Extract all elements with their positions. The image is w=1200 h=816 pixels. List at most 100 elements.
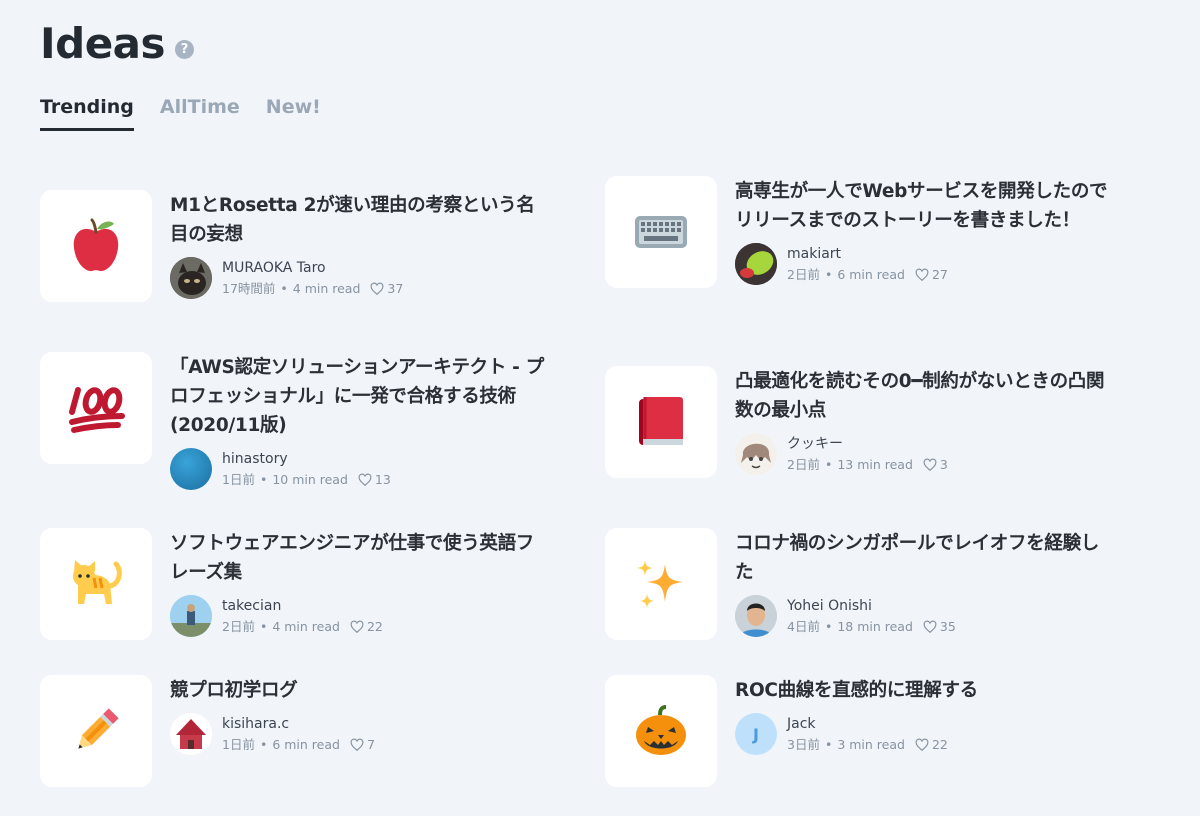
article-title[interactable]: 競プロ初学ログ <box>170 676 550 705</box>
shoe-photo-avatar <box>735 243 777 285</box>
book-icon <box>639 397 683 445</box>
article-icon-box[interactable] <box>40 528 152 640</box>
posted-time: 4日前 <box>787 618 820 634</box>
article-meta: kisihara.c 1日前 • 6 min read 7 <box>170 713 550 755</box>
meta-text: クッキー 2日前 • 13 min read 3 <box>787 435 948 474</box>
article-meta: takecian 2日前 • 4 min read 22 <box>170 595 550 637</box>
article-meta: MURAOKA Taro 17時間前 • 4 min read 37 <box>170 257 550 299</box>
page-header: Ideas ? <box>40 18 195 70</box>
avatar[interactable] <box>170 257 212 299</box>
article-title[interactable]: ソフトウェアエンジニアが仕事で使う英語フレーズ集 <box>170 529 550 587</box>
read-time: 4 min read <box>292 280 361 296</box>
read-time: 3 min read <box>837 736 905 752</box>
heart-icon <box>923 620 937 633</box>
title-row: Ideas ? <box>40 18 195 70</box>
heart-icon <box>350 738 364 751</box>
author-name[interactable]: Jack <box>787 715 948 734</box>
article-title[interactable]: 「AWS認定ソリューションアーキテクト - プロフェッショナル」に一発で合格する… <box>170 353 550 440</box>
article-stats: 17時間前 • 4 min read 37 <box>222 280 403 298</box>
like-count: 35 <box>923 618 956 636</box>
article-stats: 1日前 • 10 min read 13 <box>222 471 391 489</box>
article-title[interactable]: コロナ禍のシンガポールでレイオフを経験した <box>735 529 1115 587</box>
separator-dot: • <box>259 471 268 487</box>
article-icon-box[interactable] <box>605 675 717 787</box>
article-icon-box[interactable] <box>605 366 717 478</box>
author-name[interactable]: makiart <box>787 245 948 264</box>
cat-icon <box>73 560 122 604</box>
article-stats: 3日前 • 3 min read 22 <box>787 736 948 754</box>
author-name[interactable]: Yohei Onishi <box>787 597 956 616</box>
article-icon-box[interactable] <box>605 176 717 288</box>
tab-trending[interactable]: Trending <box>40 96 134 131</box>
article-content: ソフトウェアエンジニアが仕事で使う英語フレーズ集 takecian 2日前 • … <box>170 528 550 640</box>
avatar[interactable] <box>170 595 212 637</box>
tab-bar: Trending AllTime New! <box>40 96 321 131</box>
article-card[interactable]: 「AWS認定ソリューションアーキテクト - プロフェッショナル」に一発で合格する… <box>40 352 560 490</box>
article-card[interactable]: 高専生が一人でWebサービスを開発したのでリリースまでのストーリーを書きました！… <box>605 176 1125 288</box>
posted-time: 2日前 <box>787 266 820 282</box>
author-name[interactable]: hinastory <box>222 450 391 469</box>
read-time: 6 min read <box>837 266 905 282</box>
person-photo-avatar <box>735 595 777 637</box>
cat-photo-avatar <box>170 257 212 299</box>
article-icon-box[interactable] <box>605 528 717 640</box>
separator-dot: • <box>259 618 268 634</box>
like-number: 27 <box>931 266 948 282</box>
article-stats: 1日前 • 6 min read 7 <box>222 736 375 754</box>
article-title[interactable]: 凸最適化を読むその0━制約がないときの凸関数の最小点 <box>735 367 1115 425</box>
article-card[interactable]: M1とRosetta 2が速い理由の考察という名目の妄想 MURAOKA Tar… <box>40 190 560 302</box>
separator-dot: • <box>824 456 833 472</box>
avatar[interactable] <box>170 713 212 755</box>
article-content: 「AWS認定ソリューションアーキテクト - プロフェッショナル」に一発で合格する… <box>170 352 550 490</box>
like-number: 22 <box>931 736 948 752</box>
heart-icon <box>358 473 372 486</box>
article-card[interactable]: ROC曲線を直感的に理解する J Jack 3日前 • 3 min read 2… <box>605 675 1125 787</box>
meta-text: hinastory 1日前 • 10 min read 13 <box>222 450 391 489</box>
article-meta: hinastory 1日前 • 10 min read 13 <box>170 448 550 490</box>
posted-time: 3日前 <box>787 736 820 752</box>
tab-alltime[interactable]: AllTime <box>160 96 240 131</box>
article-meta: Yohei Onishi 4日前 • 18 min read 35 <box>735 595 1115 637</box>
article-card[interactable]: ソフトウェアエンジニアが仕事で使う英語フレーズ集 takecian 2日前 • … <box>40 528 560 640</box>
avatar[interactable] <box>735 433 777 475</box>
like-count: 7 <box>350 736 375 754</box>
jack-o-lantern-icon <box>636 705 686 755</box>
article-card[interactable]: 凸最適化を読むその0━制約がないときの凸関数の最小点 クッキー 2日前 • 13… <box>605 366 1125 478</box>
article-icon-box[interactable] <box>40 675 152 787</box>
read-time: 10 min read <box>272 471 348 487</box>
like-count: 27 <box>915 266 948 284</box>
house-avatar <box>170 713 212 755</box>
tab-new[interactable]: New! <box>266 96 321 131</box>
article-icon-box[interactable] <box>40 190 152 302</box>
article-title[interactable]: 高専生が一人でWebサービスを開発したのでリリースまでのストーリーを書きました！ <box>735 177 1115 235</box>
heart-icon <box>350 620 364 633</box>
meta-text: MURAOKA Taro 17時間前 • 4 min read 37 <box>222 259 403 298</box>
hundred-points-icon <box>69 387 125 433</box>
article-title[interactable]: ROC曲線を直感的に理解する <box>735 676 1115 705</box>
like-count: 22 <box>915 736 948 754</box>
separator-dot: • <box>824 266 833 282</box>
page-title: Ideas <box>40 19 166 68</box>
avatar[interactable] <box>735 243 777 285</box>
meta-text: Jack 3日前 • 3 min read 22 <box>787 715 948 754</box>
like-count: 37 <box>370 280 403 298</box>
drawn-face-avatar <box>735 433 777 475</box>
article-card[interactable]: 競プロ初学ログ kisihara.c 1日前 • 6 min read 7 <box>40 675 560 787</box>
avatar[interactable] <box>170 448 212 490</box>
avatar[interactable]: J <box>735 713 777 755</box>
like-number: 35 <box>939 618 956 634</box>
article-title[interactable]: M1とRosetta 2が速い理由の考察という名目の妄想 <box>170 191 550 249</box>
like-number: 3 <box>939 456 948 472</box>
author-name[interactable]: クッキー <box>787 435 948 454</box>
meta-text: kisihara.c 1日前 • 6 min read 7 <box>222 715 375 754</box>
author-name[interactable]: MURAOKA Taro <box>222 259 403 278</box>
article-meta: makiart 2日前 • 6 min read 27 <box>735 243 1115 285</box>
article-icon-box[interactable] <box>40 352 152 464</box>
sparkles-icon <box>637 560 683 608</box>
author-name[interactable]: takecian <box>222 597 383 616</box>
help-icon[interactable]: ? <box>175 39 195 59</box>
author-name[interactable]: kisihara.c <box>222 715 375 734</box>
article-card[interactable]: コロナ禍のシンガポールでレイオフを経験した Yohei Onishi 4日前 •… <box>605 528 1125 640</box>
like-number: 37 <box>387 280 404 296</box>
avatar[interactable] <box>735 595 777 637</box>
